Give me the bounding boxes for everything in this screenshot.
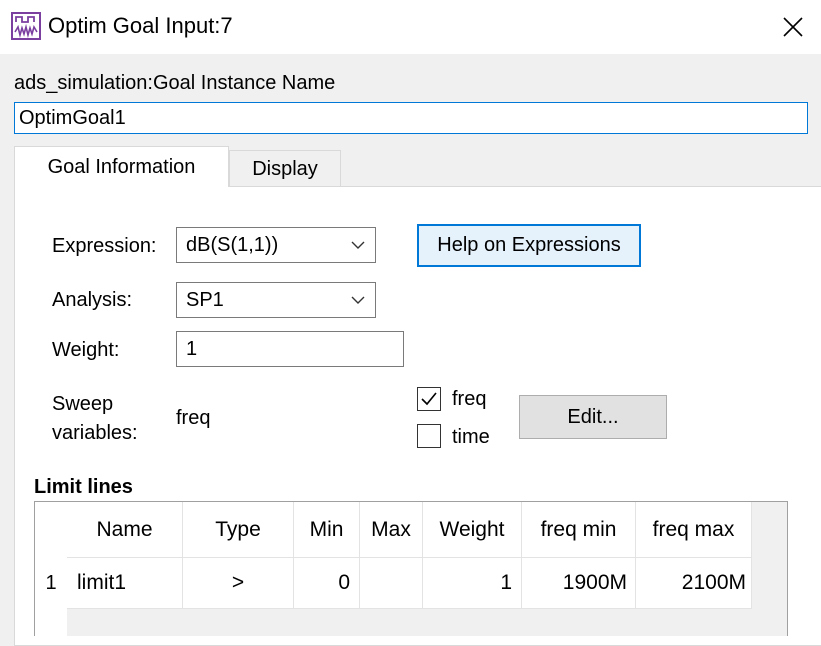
help-on-expressions-button[interactable]: Help on Expressions xyxy=(417,224,641,267)
analysis-label: Analysis: xyxy=(52,289,133,311)
table-corner xyxy=(35,502,68,557)
cell-weight[interactable]: 1 xyxy=(423,557,522,609)
time-checkbox-label: time xyxy=(452,426,490,448)
column-header-max[interactable]: Max xyxy=(360,502,423,557)
freq-checkbox-label: freq xyxy=(452,388,487,410)
tab-display[interactable]: Display xyxy=(229,150,341,186)
empty-row-header xyxy=(35,609,67,636)
column-header-freq-max[interactable]: freq max xyxy=(636,502,752,557)
instance-name-input[interactable] xyxy=(14,102,808,134)
sweep-variables-label-line1: Sweep xyxy=(52,393,114,415)
freq-checkbox[interactable] xyxy=(417,387,441,411)
time-checkbox[interactable] xyxy=(417,424,441,448)
tab-goal-information[interactable]: Goal Information xyxy=(14,146,229,187)
sweep-variables-value: freq xyxy=(176,407,211,429)
weight-input[interactable]: 1 xyxy=(176,331,404,367)
column-header-freq-min[interactable]: freq min xyxy=(522,502,636,557)
title-bar: Optim Goal Input:7 xyxy=(0,0,821,54)
limit-lines-table: Name Type Min Max Weight freq min freq m… xyxy=(34,501,788,636)
sweep-variables-label-line2: variables: xyxy=(52,422,138,444)
cell-freq-max[interactable]: 2100M xyxy=(636,557,752,609)
weight-label: Weight: xyxy=(52,339,120,361)
close-icon xyxy=(783,17,803,37)
cell-max[interactable] xyxy=(360,557,423,609)
expression-label: Expression: xyxy=(52,235,157,257)
close-button[interactable] xyxy=(765,0,821,54)
cell-type[interactable]: > xyxy=(183,557,294,609)
waveform-icon xyxy=(11,12,41,40)
analysis-combo[interactable]: SP1 xyxy=(176,282,376,318)
check-icon xyxy=(421,392,437,406)
analysis-value: SP1 xyxy=(186,288,224,311)
chevron-down-icon xyxy=(351,296,365,304)
cell-name[interactable]: limit1 xyxy=(67,557,183,609)
cell-freq-min[interactable]: 1900M xyxy=(522,557,636,609)
expression-value: dB(S(1,1)) xyxy=(186,233,279,256)
column-header-min[interactable]: Min xyxy=(294,502,360,557)
instance-name-label: ads_simulation:Goal Instance Name xyxy=(14,72,336,94)
cell-min[interactable]: 0 xyxy=(294,557,360,609)
limit-lines-title: Limit lines xyxy=(34,476,133,498)
window-title: Optim Goal Input:7 xyxy=(48,13,233,38)
edit-sweep-button[interactable]: Edit... xyxy=(519,395,667,439)
column-header-name[interactable]: Name xyxy=(67,502,183,557)
column-header-weight[interactable]: Weight xyxy=(423,502,522,557)
row-number[interactable]: 1 xyxy=(35,557,67,609)
expression-combo[interactable]: dB(S(1,1)) xyxy=(176,227,376,263)
chevron-down-icon xyxy=(351,241,365,249)
column-header-type[interactable]: Type xyxy=(183,502,294,557)
